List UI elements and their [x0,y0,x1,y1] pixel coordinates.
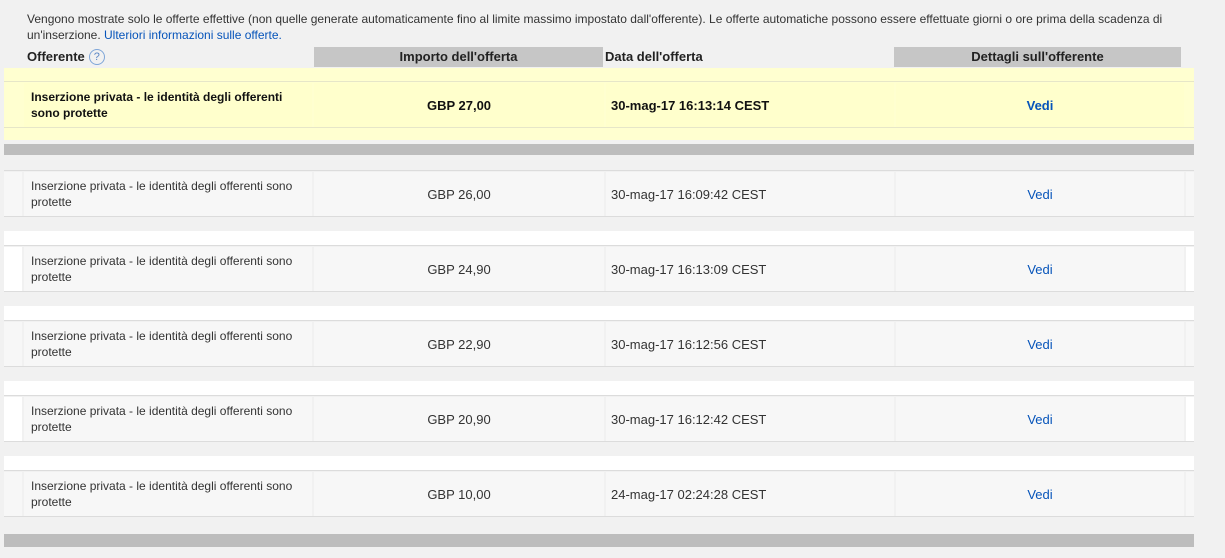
bid-row: Inserzione privata - le identità degli o… [4,472,1194,516]
date-cell: 30-mag-17 16:12:56 CEST [606,322,894,366]
row-edge [4,172,22,216]
details-cell: Vedi [896,397,1184,441]
row-edge [4,322,22,366]
bidder-cell: Inserzione privata - le identità degli o… [24,247,312,291]
row-gap [4,456,1194,470]
row-edge [1186,172,1194,216]
divider [4,516,1194,517]
row-gap [4,306,1194,320]
amount-cell: GBP 27,00 [314,83,604,127]
divider [4,127,1194,128]
row-edge [1186,397,1194,441]
bidder-cell: Inserzione privata - le identità degli o… [24,172,312,216]
divider [4,366,1194,367]
bidder-cell: Inserzione privata - le identità degli o… [24,322,312,366]
divider [4,441,1194,442]
details-cell: Vedi [896,172,1184,216]
date-cell: 30-mag-17 16:09:42 CEST [606,172,894,216]
divider [4,320,1194,321]
details-cell: Vedi [896,83,1184,127]
amount-cell: GBP 26,00 [314,172,604,216]
bid-row: Inserzione privata - le identità degli o… [4,397,1194,441]
divider [4,245,1194,246]
view-details-link[interactable]: Vedi [1027,487,1052,502]
view-details-link[interactable]: Vedi [1027,262,1052,277]
divider [4,395,1194,396]
date-cell: 24-mag-17 02:24:28 CEST [606,472,894,516]
view-details-link[interactable]: Vedi [1027,187,1052,202]
divider [4,170,1194,171]
header-details: Dettagli sull'offerente [894,47,1181,67]
header-amount[interactable]: Importo dell'offerta [314,47,603,67]
intro-text: Vengono mostrate solo le offerte effetti… [27,11,1197,43]
row-edge [4,397,22,441]
section-separator [4,144,1194,155]
winning-bid-row: Inserzione privata - le identità degli o… [4,83,1194,127]
section-separator [4,534,1194,547]
details-cell: Vedi [896,322,1184,366]
bid-row: Inserzione privata - le identità degli o… [4,247,1194,291]
bid-row: Inserzione privata - le identità degli o… [4,172,1194,216]
header-bidder: Offerente? [27,47,312,67]
details-cell: Vedi [896,247,1184,291]
details-cell: Vedi [896,472,1184,516]
row-edge [4,247,22,291]
bidder-cell: Inserzione privata - le identità degli o… [24,83,312,127]
header-date[interactable]: Data dell'offerta [605,47,892,67]
amount-cell: GBP 10,00 [314,472,604,516]
amount-cell: GBP 22,90 [314,322,604,366]
view-details-link[interactable]: Vedi [1027,412,1052,427]
bidder-cell: Inserzione privata - le identità degli o… [24,472,312,516]
row-gap [4,381,1194,395]
amount-cell: GBP 20,90 [314,397,604,441]
view-details-link[interactable]: Vedi [1027,98,1054,113]
divider [4,291,1194,292]
bidder-cell: Inserzione privata - le identità degli o… [24,397,312,441]
help-icon[interactable]: ? [88,49,105,65]
row-edge [1186,322,1194,366]
row-edge [4,472,22,516]
date-cell: 30-mag-17 16:13:14 CEST [606,83,894,127]
divider [4,216,1194,217]
row-edge [1186,472,1194,516]
view-details-link[interactable]: Vedi [1027,337,1052,352]
date-cell: 30-mag-17 16:13:09 CEST [606,247,894,291]
row-edge [1186,247,1194,291]
divider [4,81,1194,82]
header-bidder-label: Offerente [27,49,85,64]
divider [4,470,1194,471]
row-gap [4,231,1194,245]
date-cell: 30-mag-17 16:12:42 CEST [606,397,894,441]
bid-row: Inserzione privata - le identità degli o… [4,322,1194,366]
amount-cell: GBP 24,90 [314,247,604,291]
more-info-link[interactable]: Ulteriori informazioni sulle offerte. [104,28,282,42]
